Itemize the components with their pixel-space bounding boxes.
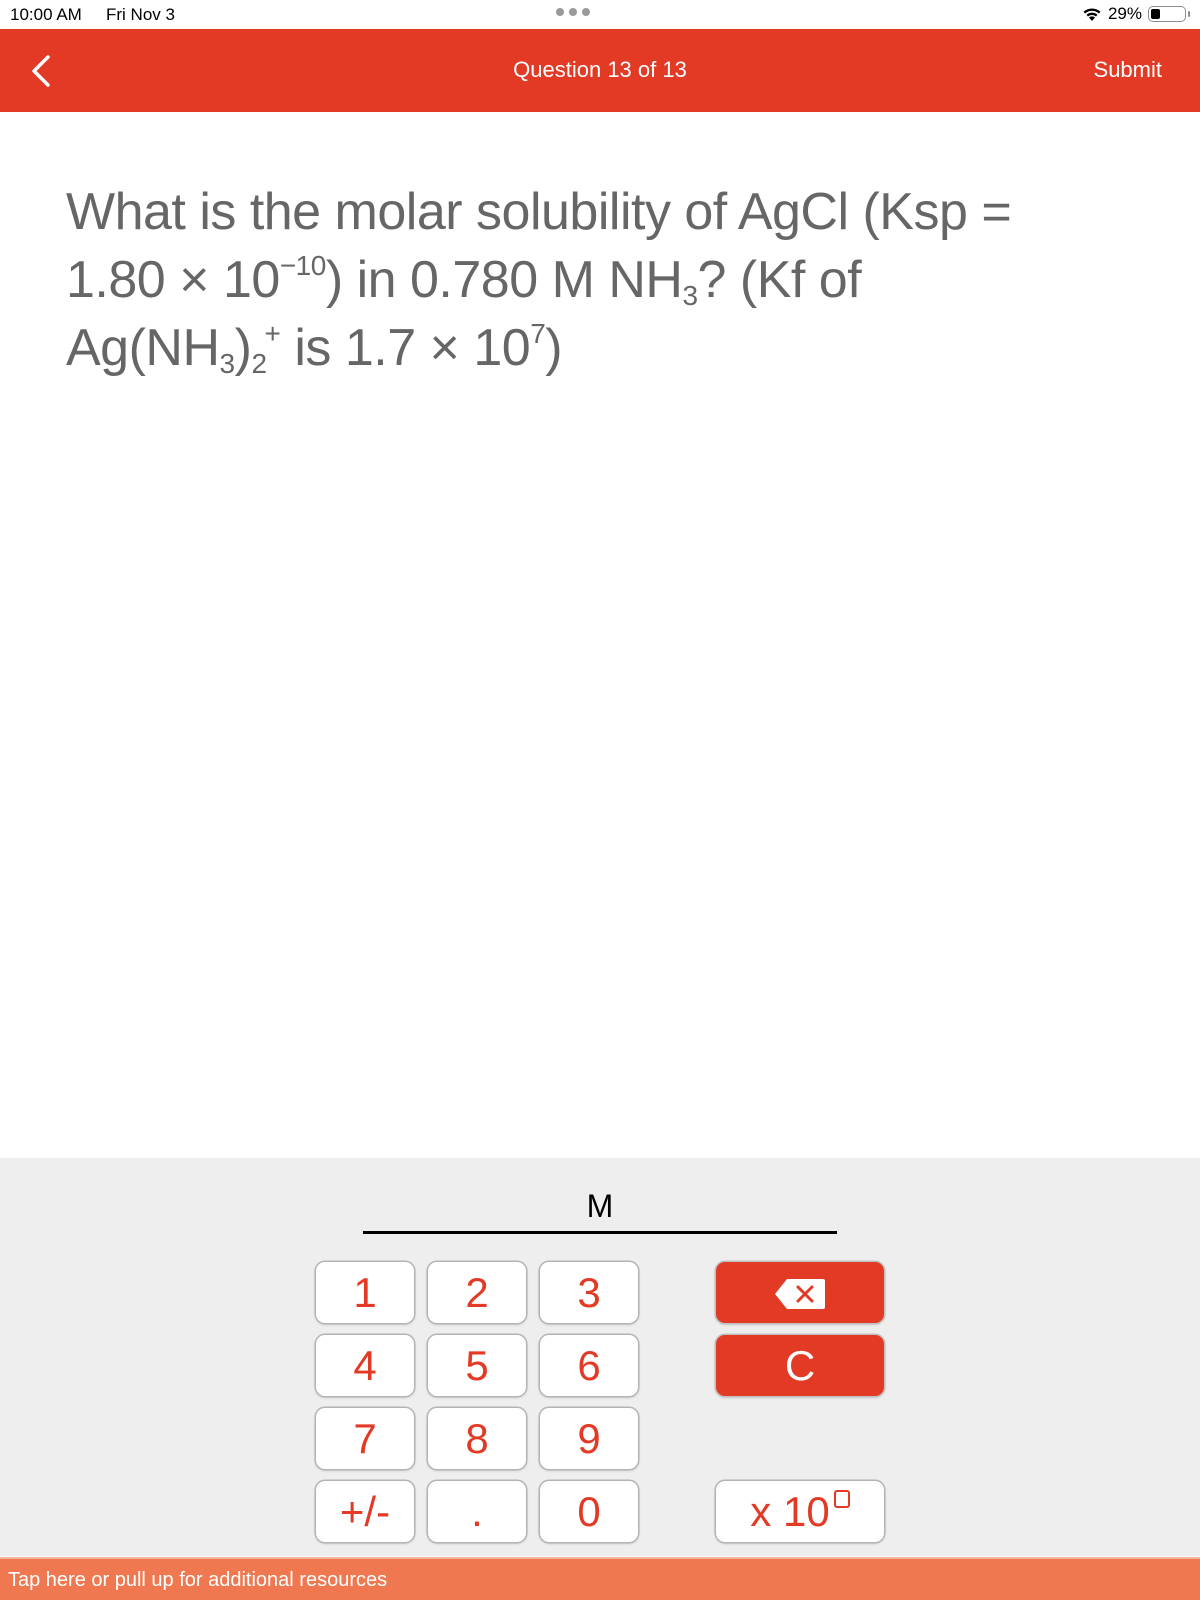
key-8[interactable]: 8 xyxy=(428,1408,526,1469)
key-5[interactable]: 5 xyxy=(428,1335,526,1396)
status-bar: 10:00 AM Fri Nov 3 29% xyxy=(0,0,1200,29)
times-ten-button[interactable]: x 10 xyxy=(716,1481,884,1542)
exponent-box-icon xyxy=(833,1490,850,1508)
backspace-button[interactable] xyxy=(716,1262,884,1323)
resources-label: Tap here or pull up for additional resou… xyxy=(8,1569,388,1591)
question-counter: Question 13 of 13 xyxy=(513,57,687,82)
answer-input-line[interactable] xyxy=(363,1231,837,1234)
key-decimal[interactable]: . xyxy=(428,1481,526,1542)
key-7[interactable]: 7 xyxy=(316,1408,414,1469)
question-line: Ag(NH3)2+ is 1.7 × 107) xyxy=(66,318,563,379)
wifi-icon xyxy=(1083,8,1101,21)
multitask-dots-icon[interactable] xyxy=(556,8,590,16)
status-indicators: 29% xyxy=(1082,4,1190,24)
submit-button[interactable]: Submit xyxy=(1094,57,1162,83)
clear-button[interactable]: C xyxy=(716,1335,884,1396)
additional-resources-bar[interactable]: Tap here or pull up for additional resou… xyxy=(0,1557,1200,1600)
key-2[interactable]: 2 xyxy=(428,1262,526,1323)
key-plus-minus[interactable]: +/- xyxy=(316,1481,414,1542)
key-6[interactable]: 6 xyxy=(540,1335,638,1396)
question-line: 1.80 × 10−10) in 0.780 M NH3? (Kf of xyxy=(66,250,862,311)
key-4[interactable]: 4 xyxy=(316,1335,414,1396)
times-ten-label: x 10 xyxy=(750,1488,830,1535)
status-time: 10:00 AM xyxy=(10,5,82,24)
key-3[interactable]: 3 xyxy=(540,1262,638,1323)
nav-bar: Question 13 of 13 Submit xyxy=(0,29,1200,112)
question-line: What is the molar solubility of AgCl (Ks… xyxy=(66,183,1012,241)
key-9[interactable]: 9 xyxy=(540,1408,638,1469)
battery-percent: 29% xyxy=(1107,4,1142,23)
key-0[interactable]: 0 xyxy=(540,1481,638,1542)
answer-keypad: M 1 2 3 4 5 6 7 8 9 +/- . 0 C x 10 xyxy=(0,1158,1200,1556)
battery-icon xyxy=(1148,6,1190,22)
question-text: What is the molar solubility of AgCl (Ks… xyxy=(66,178,1146,382)
backspace-icon xyxy=(775,1278,825,1309)
status-date: Fri Nov 3 xyxy=(106,5,175,24)
battery-fill xyxy=(1151,9,1160,19)
key-1[interactable]: 1 xyxy=(316,1262,414,1323)
unit-label: M xyxy=(586,1188,614,1224)
